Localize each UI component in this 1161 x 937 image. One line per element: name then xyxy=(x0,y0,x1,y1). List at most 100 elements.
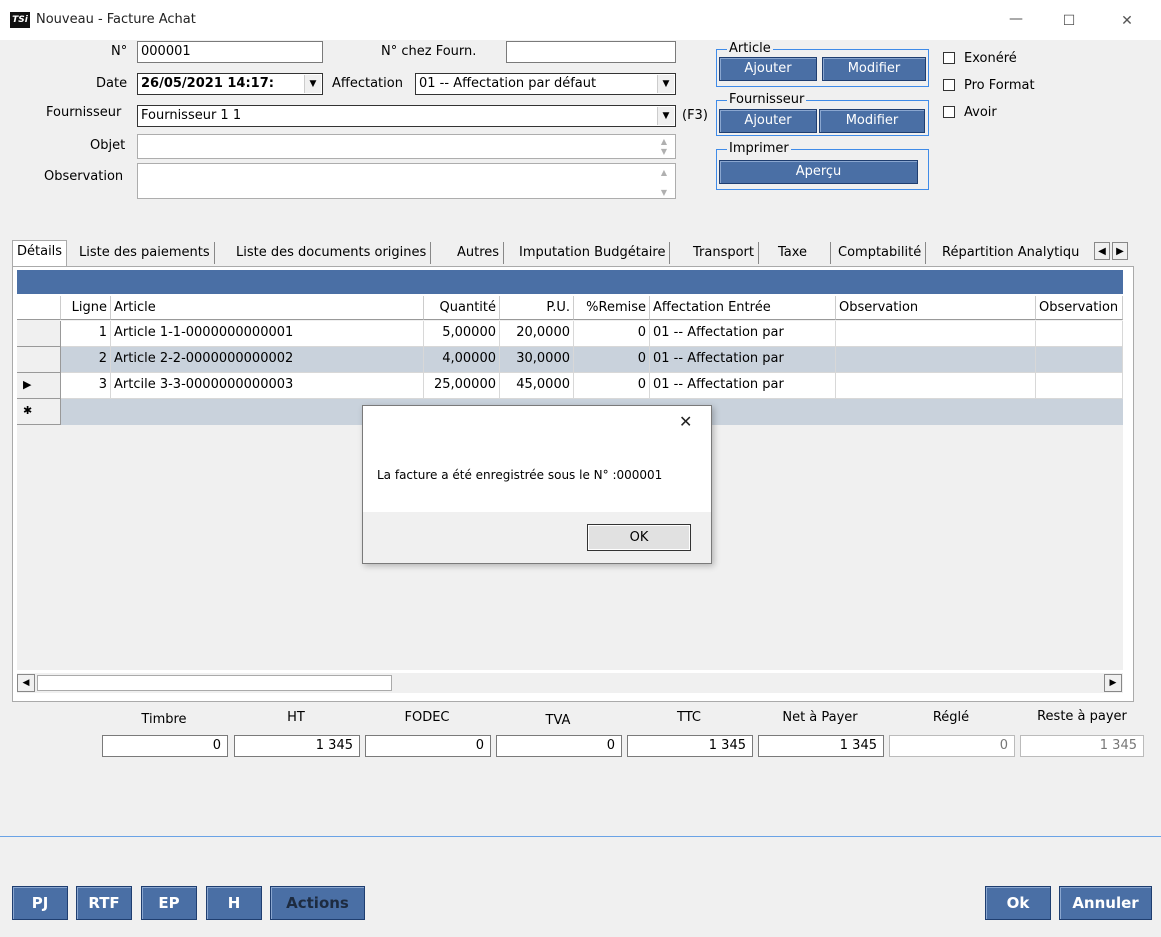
imprimer-group-title: Imprimer xyxy=(727,141,791,156)
cell-ligne[interactable]: 1 xyxy=(61,321,111,347)
maximize-icon[interactable]: ☐ xyxy=(1058,10,1080,32)
tab-transport[interactable]: Transport xyxy=(689,242,760,264)
cell-remise[interactable]: 0 xyxy=(574,347,650,373)
exonere-label: Exonéré xyxy=(964,51,1017,66)
dialog-close-icon[interactable]: ✕ xyxy=(679,412,692,431)
fournisseur-edit-button[interactable]: Modifier xyxy=(819,109,925,133)
observation-input[interactable] xyxy=(137,163,676,199)
fodec-value[interactable]: 0 xyxy=(365,735,491,757)
tab-repartition-analytique[interactable]: Répartition Analytiqu xyxy=(938,242,1096,264)
dialog-message: La facture a été enregistrée sous le N° … xyxy=(377,468,663,482)
cell-affectation[interactable]: 01 -- Affectation par xyxy=(650,321,836,347)
tva-value[interactable]: 0 xyxy=(496,735,622,757)
confirmation-dialog: ✕ La facture a été enregistrée sous le N… xyxy=(362,405,712,564)
cell-affectation[interactable]: 01 -- Affectation par xyxy=(650,347,836,373)
cell-article[interactable]: Artcile 3-3-0000000000003 xyxy=(111,373,424,399)
cell-observation-2[interactable] xyxy=(1036,373,1123,399)
chevron-right-icon[interactable]: ▶ xyxy=(1112,242,1128,260)
cell-observation[interactable] xyxy=(836,321,1036,347)
ok-button[interactable]: Ok xyxy=(985,886,1051,920)
cell-quantite[interactable]: 5,00000 xyxy=(424,321,500,347)
column-header-affectation[interactable]: Affectation Entrée xyxy=(650,296,836,320)
objet-input[interactable] xyxy=(137,134,676,159)
cell-ligne[interactable]: 3 xyxy=(61,373,111,399)
article-add-button[interactable]: Ajouter xyxy=(719,57,817,81)
rtf-button[interactable]: RTF xyxy=(76,886,132,920)
ep-button[interactable]: EP xyxy=(141,886,197,920)
scroll-right-icon[interactable]: ▶ xyxy=(1104,674,1122,692)
scroll-left-icon[interactable]: ◀ xyxy=(17,674,35,692)
tab-details[interactable]: Détails xyxy=(12,240,68,267)
row-header[interactable] xyxy=(17,321,61,347)
column-header-article[interactable]: Article xyxy=(111,296,424,320)
pj-button[interactable]: PJ xyxy=(12,886,68,920)
cell-quantite[interactable]: 4,00000 xyxy=(424,347,500,373)
chevron-down-icon[interactable]: ▼ xyxy=(657,75,674,93)
column-header-observation[interactable]: Observation xyxy=(836,296,1036,320)
tab-documents-origines[interactable]: Liste des documents origines xyxy=(232,242,432,264)
affectation-select[interactable]: 01 -- Affectation par défaut ▼ xyxy=(415,73,676,95)
cell-observation-2[interactable] xyxy=(1036,321,1123,347)
cell-remise[interactable]: 0 xyxy=(574,321,650,347)
num-input[interactable]: 000001 xyxy=(137,41,323,63)
pro-format-checkbox[interactable] xyxy=(943,79,955,91)
cell-article[interactable]: Article 1-1-0000000000001 xyxy=(111,321,424,347)
fournisseur-add-button[interactable]: Ajouter xyxy=(719,109,817,133)
column-header-pu[interactable]: P.U. xyxy=(500,296,574,320)
fodec-label: FODEC xyxy=(404,710,450,725)
tab-taxe[interactable]: Taxe xyxy=(774,242,831,264)
cell-affectation[interactable]: 01 -- Affectation par xyxy=(650,373,836,399)
avoir-label: Avoir xyxy=(964,105,997,120)
exonere-checkbox[interactable] xyxy=(943,52,955,64)
column-header-remise[interactable]: %Remise xyxy=(574,296,650,320)
column-header-observation-2[interactable]: Observation xyxy=(1036,296,1123,320)
dialog-ok-button[interactable]: OK xyxy=(587,524,691,551)
scroll-thumb[interactable] xyxy=(37,675,392,691)
cell-quantite[interactable]: 25,00000 xyxy=(424,373,500,399)
chevron-down-icon[interactable]: ▼ xyxy=(304,75,321,93)
date-label: Date xyxy=(96,76,128,91)
tab-comptabilite[interactable]: Comptabilité xyxy=(834,242,927,264)
annuler-button[interactable]: Annuler xyxy=(1059,886,1152,920)
net-value[interactable]: 1 345 xyxy=(758,735,884,757)
num-fourn-label: N° chez Fourn. xyxy=(381,44,477,59)
cell-observation[interactable] xyxy=(836,373,1036,399)
chevron-left-icon[interactable]: ◀ xyxy=(1094,242,1110,260)
tab-autres[interactable]: Autres xyxy=(453,242,505,264)
horizontal-scrollbar[interactable]: ◀ ▶ xyxy=(17,673,1123,693)
avoir-checkbox[interactable] xyxy=(943,106,955,118)
tab-imputation-budgetaire[interactable]: Imputation Budgétaire xyxy=(515,242,671,264)
num-fourn-input[interactable] xyxy=(506,41,676,63)
minimize-icon[interactable]: — xyxy=(1005,8,1027,30)
row-header[interactable]: ✱ xyxy=(17,399,61,425)
affectation-value: 01 -- Affectation par défaut xyxy=(419,76,597,91)
timbre-value[interactable]: 0 xyxy=(102,735,228,757)
row-header[interactable]: ▶ xyxy=(17,373,61,399)
close-icon[interactable]: ✕ xyxy=(1116,10,1138,32)
cell-observation[interactable] xyxy=(836,347,1036,373)
cell-pu[interactable]: 30,0000 xyxy=(500,347,574,373)
regle-value: 0 xyxy=(889,735,1015,757)
article-edit-button[interactable]: Modifier xyxy=(822,57,926,81)
cell-pu[interactable]: 20,0000 xyxy=(500,321,574,347)
fournisseur-select[interactable]: Fournisseur 1 1 ▼ xyxy=(137,105,676,127)
column-header-ligne[interactable]: Ligne xyxy=(61,296,111,320)
row-header[interactable] xyxy=(17,347,61,373)
cell-ligne[interactable]: 2 xyxy=(61,347,111,373)
preview-button[interactable]: Aperçu xyxy=(719,160,918,184)
column-header-quantite[interactable]: Quantité xyxy=(424,296,500,320)
tab-paiements[interactable]: Liste des paiements xyxy=(75,242,215,264)
ttc-value[interactable]: 1 345 xyxy=(627,735,753,757)
cell-observation-2[interactable] xyxy=(1036,347,1123,373)
ht-label: HT xyxy=(287,710,305,725)
chevron-down-icon[interactable]: ▼ xyxy=(657,107,674,125)
cell-pu[interactable]: 45,0000 xyxy=(500,373,574,399)
net-label: Net à Payer xyxy=(782,710,858,725)
h-button[interactable]: H xyxy=(206,886,262,920)
cell-article[interactable]: Article 2-2-0000000000002 xyxy=(111,347,424,373)
cell-remise[interactable]: 0 xyxy=(574,373,650,399)
ht-value[interactable]: 1 345 xyxy=(234,735,360,757)
actions-button[interactable]: Actions xyxy=(270,886,365,920)
date-value: 26/05/2021 14:17: xyxy=(141,76,274,91)
date-picker[interactable]: 26/05/2021 14:17: ▼ xyxy=(137,73,323,95)
